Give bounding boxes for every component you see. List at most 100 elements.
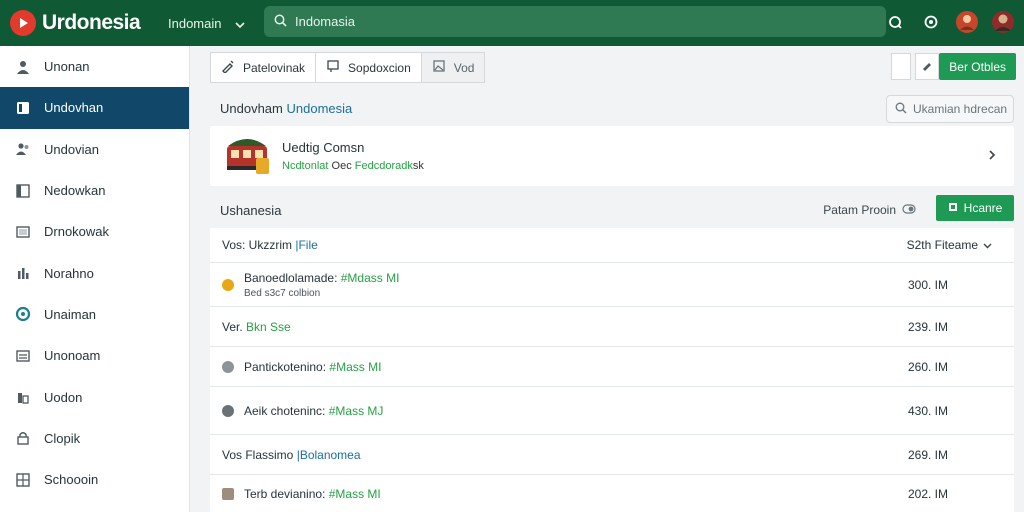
sopdoxcion-button[interactable]: Sopdoxcion — [316, 52, 422, 83]
button-label: Patelovinak — [243, 60, 306, 75]
checkbox-button[interactable] — [891, 53, 912, 80]
sidebar-item-undovian[interactable]: Undovian — [0, 129, 189, 170]
profile-badge-icon[interactable] — [954, 9, 980, 35]
tram-illustration-icon — [222, 132, 272, 181]
search-icon — [274, 14, 295, 30]
building-icon — [14, 388, 32, 406]
brand-name: Urdonesia — [42, 11, 141, 34]
item-list: Vos: Ukzzrim |File S2th Fiteame Banoedlo… — [210, 228, 1014, 512]
list-item[interactable]: Terb devianino: #Mass MI 202. IM — [210, 474, 1014, 512]
sidebar-item-drnokowak[interactable]: Drnokowak — [0, 211, 189, 252]
filter-placeholder: Ukamian hdrecan — [913, 102, 1008, 116]
ber-otbles-button[interactable]: Ber Otbles — [939, 53, 1016, 80]
message-icon — [326, 59, 348, 76]
list-header-left: Vos: Ukzzrim |File — [222, 238, 318, 252]
sidebar-item-nedowkan[interactable]: Nedowkan — [0, 170, 189, 211]
row-label: Ver. — [222, 319, 243, 334]
target-icon — [14, 305, 32, 323]
list-item[interactable]: Banoedlolamade: #Mdass MI Bed s3c7 colbi… — [210, 262, 1014, 306]
row-amount: 430. IM — [907, 403, 948, 418]
rate-label[interactable]: Patam Prooin — [823, 203, 916, 217]
sidebar-item-label: Undovhan — [44, 100, 104, 116]
list-item[interactable]: Aeik choteninc: #Mass MJ 430. IM — [210, 386, 1014, 434]
sidebar-item-clopik[interactable]: Clopik — [0, 418, 189, 459]
sidebar: Unonan Undovhan Undovian Nedowkan Drnoko… — [0, 46, 190, 512]
list-item[interactable]: Vos Flassimo |Bolanomea 269. IM — [210, 434, 1014, 474]
section-title: Undovham Undomesia — [220, 101, 352, 116]
sidebar-item-unonoam[interactable]: Unonoam — [0, 335, 189, 376]
search-input[interactable]: Indomasia — [295, 14, 355, 29]
group-title: Ushanesia — [220, 203, 282, 218]
row-subtext: Bed s3c7 colbion — [244, 287, 321, 299]
image-icon — [432, 59, 454, 76]
card-sub-green-2: Fedcdoradk — [354, 160, 413, 172]
sidebar-item-label: Nedowkan — [44, 183, 106, 199]
button-label: Vod — [453, 60, 475, 75]
sort-label: S2th Fiteame — [906, 238, 978, 252]
row-label: Vos Flassimo — [222, 447, 294, 462]
sidebar-item-label: Norahno — [44, 265, 94, 281]
list-header: Vos: Ukzzrim |File S2th Fiteame — [210, 228, 1014, 262]
window-icon — [14, 182, 32, 200]
list-icon — [14, 347, 32, 365]
row-value: Bkn Sse — [246, 319, 291, 334]
folder-icon — [14, 99, 32, 117]
sidebar-item-unonan[interactable]: Unonan — [0, 46, 189, 87]
sidebar-item-label: Undovian — [44, 141, 99, 157]
search-box[interactable]: Indomasia — [264, 6, 886, 37]
sidebar-item-uodon[interactable]: Uodon — [0, 376, 189, 417]
workspace-switcher[interactable]: Indomain — [160, 16, 256, 31]
settings-icon[interactable] — [918, 9, 944, 35]
sidebar-item-unaiman[interactable]: Unaiman — [0, 294, 189, 335]
filter-input[interactable]: Ukamian hdrecan — [886, 95, 1014, 123]
avatar[interactable] — [990, 9, 1016, 35]
row-value: #Mass MJ — [328, 403, 384, 418]
sidebar-item-norahno[interactable]: Norahno — [0, 252, 189, 293]
hcanre-button[interactable]: Hcanre — [936, 195, 1014, 221]
vod-button[interactable]: Vod — [421, 52, 486, 83]
row-accent[interactable]: |Bolanomea — [297, 448, 361, 462]
row-amount: 239. IM — [907, 319, 948, 334]
row-label: Banoedlolamade: — [244, 270, 338, 285]
row-amount: 269. IM — [907, 447, 948, 462]
section-title-prefix: Undovham — [220, 101, 283, 116]
section-title-accent: Undomesia — [286, 101, 353, 116]
sidebar-item-undovhan[interactable]: Undovhan — [0, 87, 189, 129]
button-label: Hcanre — [963, 201, 1003, 215]
list-header-sort[interactable]: S2th Fiteame — [907, 238, 992, 252]
chevron-right-icon[interactable] — [988, 148, 996, 166]
circle-icon — [222, 404, 234, 417]
pen-icon — [221, 59, 243, 76]
card-sub-green: Ncdtonlat — [282, 160, 329, 172]
row-amount: 202. IM — [907, 486, 948, 501]
row-amount: 300. IM — [907, 277, 948, 292]
coin-icon — [222, 278, 234, 291]
brand[interactable]: Urdonesia — [0, 10, 160, 36]
list-item[interactable]: Pantickotenino: #Mass MI 260. IM — [210, 346, 1014, 386]
toggle-icon — [896, 203, 916, 217]
search-icon — [895, 102, 913, 117]
square-icon — [948, 201, 964, 215]
lock-icon — [14, 429, 32, 447]
toolbar: Patelovinak Sopdoxcion Vod — [210, 52, 486, 83]
sidebar-item-label: Unonoam — [44, 348, 101, 364]
list-item[interactable]: Ver. Bkn Sse 239. IM — [210, 306, 1014, 346]
list-header-accent[interactable]: |File — [295, 238, 317, 252]
row-amount: 260. IM — [907, 359, 948, 374]
circle-icon — [222, 360, 234, 373]
card-sub-mid: Oec — [331, 160, 352, 172]
top-bar: Urdonesia Indomain Indomasia — [0, 0, 1024, 46]
grid-icon — [14, 471, 32, 489]
workspace-label: Indomain — [168, 15, 222, 31]
notification-icon[interactable] — [882, 9, 908, 35]
play-logo-icon — [10, 10, 36, 36]
main-content: Patelovinak Sopdoxcion Vod Ber Otbles Un… — [190, 46, 1024, 512]
sidebar-item-schoooin[interactable]: Schoooin — [0, 459, 189, 500]
row-label: Terb devianino: — [244, 486, 326, 501]
rate-label-text: Patam Prooin — [823, 203, 896, 217]
highlight-card[interactable]: Uedtig Comsn Ncdtonlat Oec Fedcdoradksk — [210, 126, 1014, 186]
edit-button[interactable] — [915, 53, 940, 80]
card-sub-end: sk — [412, 160, 424, 172]
patelovinak-button[interactable]: Patelovinak — [210, 52, 317, 83]
row-value: #Mass MI — [328, 486, 381, 501]
